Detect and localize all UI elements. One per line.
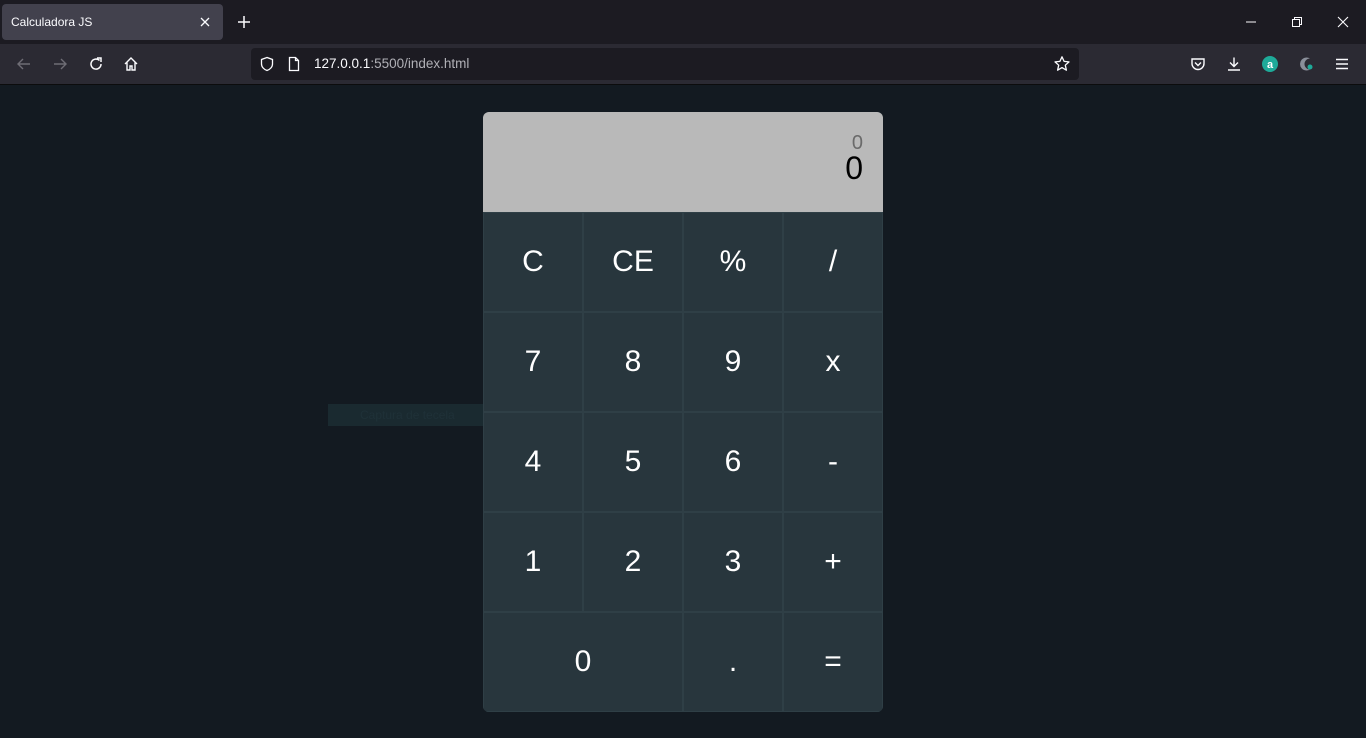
extension-moon-icon[interactable]	[1292, 50, 1320, 78]
restore-icon[interactable]	[1274, 0, 1320, 44]
digit-8-button[interactable]: 8	[583, 312, 683, 412]
tab-strip: Calculadora JS	[0, 0, 1366, 44]
decimal-button[interactable]: .	[683, 612, 783, 712]
url-path: :5500/index.html	[370, 56, 470, 71]
url-text[interactable]: 127.0.0.1:5500/index.html	[314, 56, 469, 71]
page-body: Captura de tecela 0 0 C CE % / 7 8 9 x 4…	[0, 85, 1366, 738]
url-bar[interactable]: 127.0.0.1:5500/index.html	[251, 48, 1079, 80]
calculator-display: 0 0	[483, 112, 883, 212]
tab-calculadora[interactable]: Calculadora JS	[2, 4, 223, 40]
digit-0-button[interactable]: 0	[483, 612, 683, 712]
forward-icon[interactable]	[46, 50, 74, 78]
digit-3-button[interactable]: 3	[683, 512, 783, 612]
pocket-icon[interactable]	[1184, 50, 1212, 78]
digit-4-button[interactable]: 4	[483, 412, 583, 512]
reload-icon[interactable]	[82, 50, 110, 78]
download-icon[interactable]	[1220, 50, 1248, 78]
digit-2-button[interactable]: 2	[583, 512, 683, 612]
new-tab-icon[interactable]	[232, 10, 256, 34]
minimize-icon[interactable]	[1228, 0, 1274, 44]
tab-title: Calculadora JS	[11, 15, 93, 29]
clear-entry-button[interactable]: CE	[583, 212, 683, 312]
close-window-icon[interactable]	[1320, 0, 1366, 44]
digit-9-button[interactable]: 9	[683, 312, 783, 412]
menu-icon[interactable]	[1328, 50, 1356, 78]
navigation-toolbar: 127.0.0.1:5500/index.html a	[0, 44, 1366, 85]
back-icon[interactable]	[10, 50, 38, 78]
svg-text:a: a	[1267, 59, 1274, 71]
digit-7-button[interactable]: 7	[483, 312, 583, 412]
digit-6-button[interactable]: 6	[683, 412, 783, 512]
subtract-button[interactable]: -	[783, 412, 883, 512]
keypad: C CE % / 7 8 9 x 4 5 6 - 1 2 3 + 0 . =	[483, 212, 883, 712]
percent-button[interactable]: %	[683, 212, 783, 312]
page-icon[interactable]	[285, 55, 303, 73]
url-host: 127.0.0.1	[314, 56, 371, 71]
shield-icon[interactable]	[258, 55, 276, 73]
add-button[interactable]: +	[783, 512, 883, 612]
extension-a-icon[interactable]: a	[1256, 50, 1284, 78]
multiply-button[interactable]: x	[783, 312, 883, 412]
star-icon[interactable]	[1053, 55, 1071, 73]
home-icon[interactable]	[117, 50, 145, 78]
calculator: 0 0 C CE % / 7 8 9 x 4 5 6 - 1 2 3 + 0 .…	[483, 112, 883, 712]
digit-1-button[interactable]: 1	[483, 512, 583, 612]
current-operand: 0	[845, 150, 863, 186]
divide-button[interactable]: /	[783, 212, 883, 312]
close-tab-icon[interactable]	[196, 13, 214, 31]
digit-5-button[interactable]: 5	[583, 412, 683, 512]
equals-button[interactable]: =	[783, 612, 883, 712]
clear-button[interactable]: C	[483, 212, 583, 312]
